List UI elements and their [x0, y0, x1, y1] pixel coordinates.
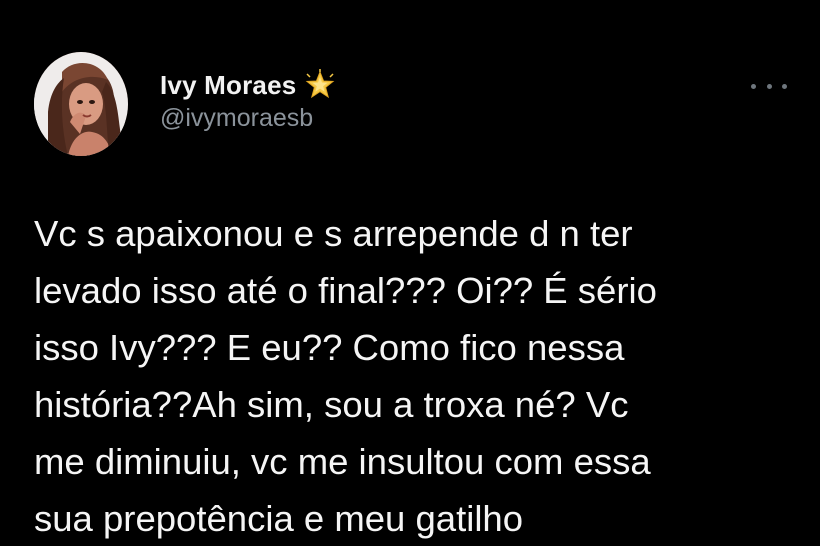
name-row: Ivy Moraes: [160, 67, 336, 103]
author-handle[interactable]: @ivymoraesb: [160, 104, 336, 133]
tweet-text: Vc s apaixonou e s arrepende d n ter lev…: [34, 205, 794, 546]
more-dot: [766, 83, 772, 89]
tweet-card: Ivy Moraes @ivymoraesb Vc s apaixonou e …: [0, 0, 820, 546]
tweet-header: Ivy Moraes @ivymoraesb: [160, 67, 336, 133]
tweet-text-line: levado isso até o final??? Oi?? É sério: [34, 270, 657, 311]
author-display-name[interactable]: Ivy Moraes: [160, 70, 296, 101]
tweet-text-line: me diminuiu, vc me insultou com essa: [34, 441, 651, 482]
tweet-text-line: sua prepotência e meu gatilho: [34, 498, 524, 539]
more-options-button[interactable]: [751, 76, 787, 96]
more-dot: [782, 83, 787, 89]
more-horizontal-icon: [751, 83, 756, 89]
star-emoji-icon: [304, 69, 336, 101]
author-avatar[interactable]: [34, 52, 128, 156]
tweet-text-line: isso Ivy??? E eu?? Como fico nessa: [34, 327, 625, 368]
tweet-text-line: Vc s apaixonou e s arrepende d n ter: [34, 213, 633, 254]
tweet-text-line: história??Ah sim, sou a troxa né? Vc: [34, 384, 629, 425]
avatar-image: [34, 52, 128, 156]
